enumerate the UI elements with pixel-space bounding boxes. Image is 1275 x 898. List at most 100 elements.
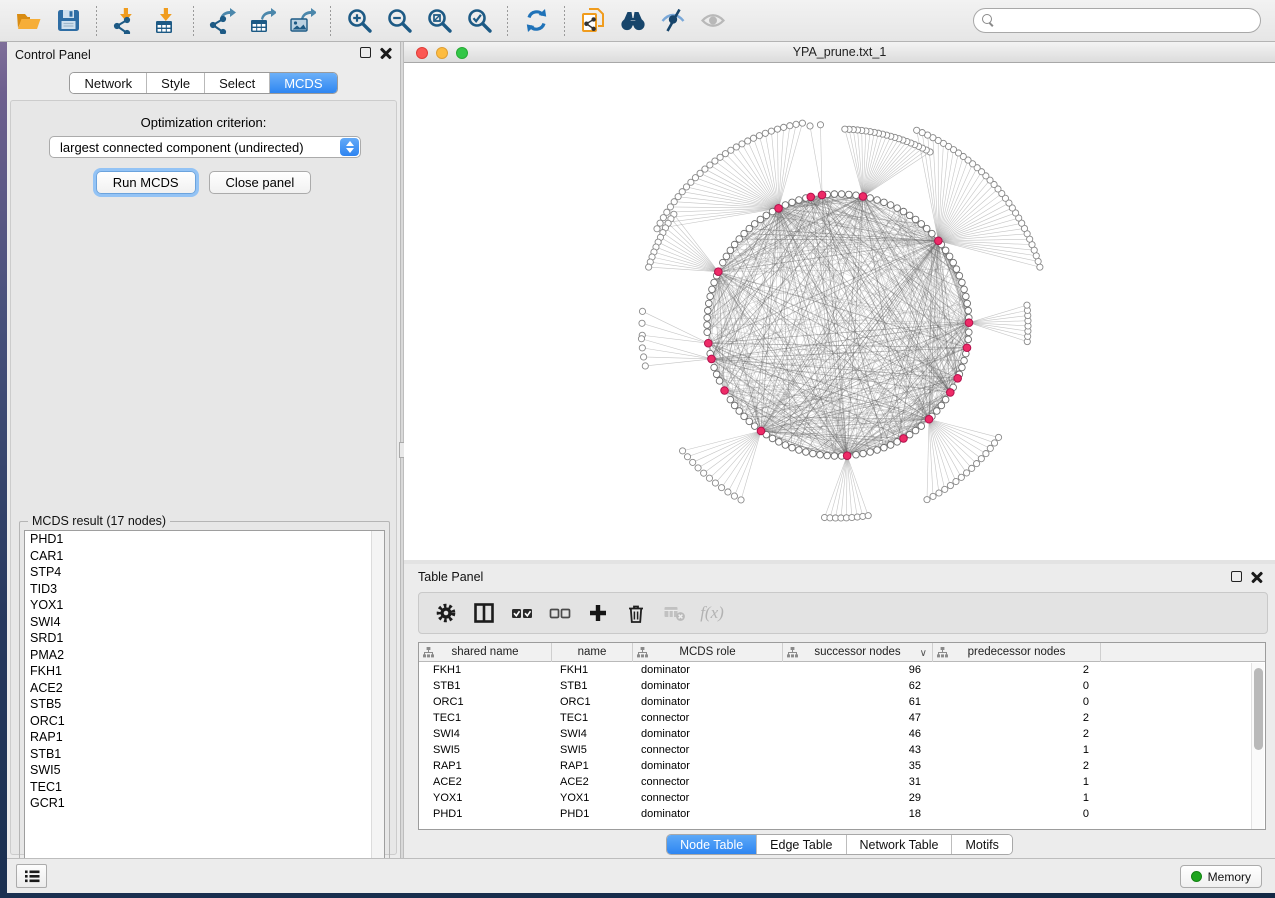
mcds-graph-node[interactable] [757,427,765,435]
search-box[interactable] [973,8,1261,33]
toolbar-separator [96,6,97,36]
select-all-icon[interactable] [505,597,539,629]
mcds-graph-node[interactable] [946,389,954,397]
deselect-all-icon[interactable] [543,597,577,629]
tab-select[interactable]: Select [205,73,270,93]
column-settings-icon[interactable] [429,597,463,629]
column-header-shared-name[interactable]: shared name [419,643,552,662]
find-icon[interactable] [616,4,650,38]
mcds-result-item[interactable]: STB5 [25,696,384,713]
float-table-panel-icon[interactable] [1231,571,1242,582]
column-header-predecessor-nodes[interactable]: predecessor nodes [933,643,1101,662]
mcds-result-item[interactable]: FKH1 [25,663,384,680]
tab-network[interactable]: Network [70,73,147,93]
mcds-graph-node[interactable] [715,268,723,276]
table-row[interactable]: ORC1ORC1dominator610 [419,694,1265,710]
mcds-result-item[interactable]: SWI4 [25,614,384,631]
zoom-selected-icon[interactable] [462,4,496,38]
table-row[interactable]: ACE2ACE2connector311 [419,774,1265,790]
mcds-result-item[interactable]: ACE2 [25,680,384,697]
mcds-result-item[interactable]: SRD1 [25,630,384,647]
search-input[interactable] [1000,10,1250,31]
mcds-graph-node[interactable] [721,387,729,395]
column-header-MCDS-role[interactable]: MCDS role [633,643,783,662]
memory-button[interactable]: Memory [1180,865,1262,888]
close-panel-icon[interactable] [380,47,392,59]
hide-selected-icon[interactable] [656,4,690,38]
network-graph[interactable] [404,63,1275,560]
mcds-graph-node[interactable] [963,344,971,352]
export-table-icon[interactable] [245,4,279,38]
mcds-result-item[interactable]: RAP1 [25,729,384,746]
mcds-graph-node[interactable] [843,452,851,460]
table-row[interactable]: TEC1TEC1connector472 [419,710,1265,726]
mcds-graph-node[interactable] [704,339,712,347]
export-network-icon[interactable] [205,4,239,38]
add-column-icon[interactable] [581,597,615,629]
toggle-panes-icon[interactable] [467,597,501,629]
zoom-fit-icon[interactable] [422,4,456,38]
mcds-graph-node[interactable] [965,319,973,327]
mcds-graph-node[interactable] [807,193,815,201]
network-window-titlebar[interactable]: YPA_prune.txt_1 [404,42,1275,63]
mcds-result-item[interactable]: GCR1 [25,795,384,812]
table-row[interactable]: RAP1RAP1dominator352 [419,758,1265,774]
mcds-result-item[interactable]: TEC1 [25,779,384,796]
mcds-result-item[interactable]: TID3 [25,581,384,598]
table-scrollbar-thumb[interactable] [1254,668,1263,750]
table-panel-title: Table Panel [418,570,483,584]
mcds-graph-node[interactable] [775,204,783,212]
mcds-graph-node[interactable] [925,415,933,423]
mcds-graph-node[interactable] [900,435,908,443]
tab-edge-table[interactable]: Edge Table [757,835,846,854]
optimization-criterion-select[interactable]: largest connected component (undirected) [49,136,361,158]
import-table-icon[interactable] [148,4,182,38]
zoom-out-icon[interactable] [382,4,416,38]
export-image-icon[interactable] [285,4,319,38]
zoom-in-icon[interactable] [342,4,376,38]
column-header-successor-nodes[interactable]: successor nodes∨ [783,643,933,662]
close-panel-button[interactable]: Close panel [209,171,312,194]
table-row[interactable]: FKH1FKH1dominator962 [419,662,1265,678]
table-row[interactable]: SWI4SWI4dominator462 [419,726,1265,742]
table-row[interactable]: STB1STB1dominator620 [419,678,1265,694]
table-row[interactable]: YOX1YOX1connector291 [419,790,1265,806]
column-header-name[interactable]: name [552,643,633,662]
mcds-result-item[interactable]: STB1 [25,746,384,763]
delete-column-icon[interactable] [619,597,653,629]
mcds-graph-node[interactable] [859,193,867,201]
cell-predecessor-nodes: 1 [933,774,1101,790]
mcds-result-item[interactable]: PHD1 [25,531,384,548]
refresh-icon[interactable] [519,4,553,38]
table-row[interactable]: SWI5SWI5connector431 [419,742,1265,758]
table-row[interactable]: PHD1PHD1dominator180 [419,806,1265,822]
network-canvas[interactable] [404,63,1275,560]
mcds-result-item[interactable]: STP4 [25,564,384,581]
save-session-icon[interactable] [51,4,85,38]
mcds-result-item[interactable]: SWI5 [25,762,384,779]
run-mcds-button[interactable]: Run MCDS [96,171,196,194]
mcds-result-item[interactable]: ORC1 [25,713,384,730]
cell-shared-name: PHD1 [419,806,552,822]
mcds-result-item[interactable]: PMA2 [25,647,384,664]
mcds-graph-node[interactable] [954,374,962,382]
table-scrollbar[interactable] [1251,663,1264,829]
tab-motifs[interactable]: Motifs [952,835,1011,854]
duplicate-network-icon[interactable] [576,4,610,38]
mcds-result-item[interactable]: CAR1 [25,548,384,565]
close-table-panel-icon[interactable] [1251,571,1263,583]
tab-network-table[interactable]: Network Table [847,835,953,854]
mcds-graph-node[interactable] [818,191,826,199]
tab-node-table[interactable]: Node Table [667,835,757,854]
open-file-icon[interactable] [11,4,45,38]
mcds-graph-node[interactable] [708,355,716,363]
float-panel-icon[interactable] [360,47,371,58]
task-history-button[interactable] [16,864,47,888]
mcds-result-item[interactable]: YOX1 [25,597,384,614]
mcds-graph-node[interactable] [935,237,943,245]
tab-mcds[interactable]: MCDS [270,73,336,93]
mcds-list-scrollbar[interactable] [371,531,384,887]
cell-name: ACE2 [552,774,633,790]
tab-style[interactable]: Style [147,73,205,93]
import-network-icon[interactable] [108,4,142,38]
